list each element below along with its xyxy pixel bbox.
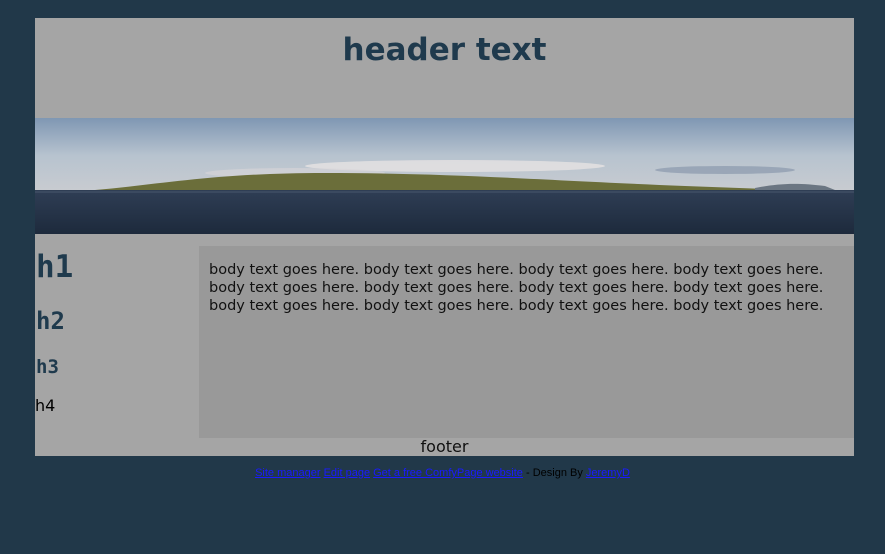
- site-manager-link[interactable]: Site manager: [255, 467, 320, 479]
- design-by-text: - Design By: [522, 467, 586, 479]
- heading-h2: h2: [36, 307, 65, 335]
- edit-page-link[interactable]: Edit page: [324, 467, 370, 479]
- main-content: body text goes here. body text goes here…: [199, 246, 854, 438]
- heading-h4: h4: [35, 396, 56, 415]
- landscape-image: [35, 118, 854, 234]
- page-footer: footer: [420, 437, 469, 456]
- header-title: header text: [342, 32, 547, 68]
- designer-link[interactable]: JeremyD: [586, 467, 630, 479]
- banner-image: [35, 118, 854, 234]
- site-header: header text: [35, 18, 854, 118]
- heading-h1: h1: [36, 249, 74, 285]
- page-container: header text h1 h2 h3 h4 body text goes h…: [35, 18, 854, 456]
- heading-h3: h3: [36, 356, 59, 378]
- bottom-link-bar: Site manager Edit page Get a free ComfyP…: [0, 467, 885, 479]
- get-free-website-link[interactable]: Get a free ComfyPage website: [373, 467, 523, 479]
- body-text: body text goes here. body text goes here…: [209, 262, 824, 314]
